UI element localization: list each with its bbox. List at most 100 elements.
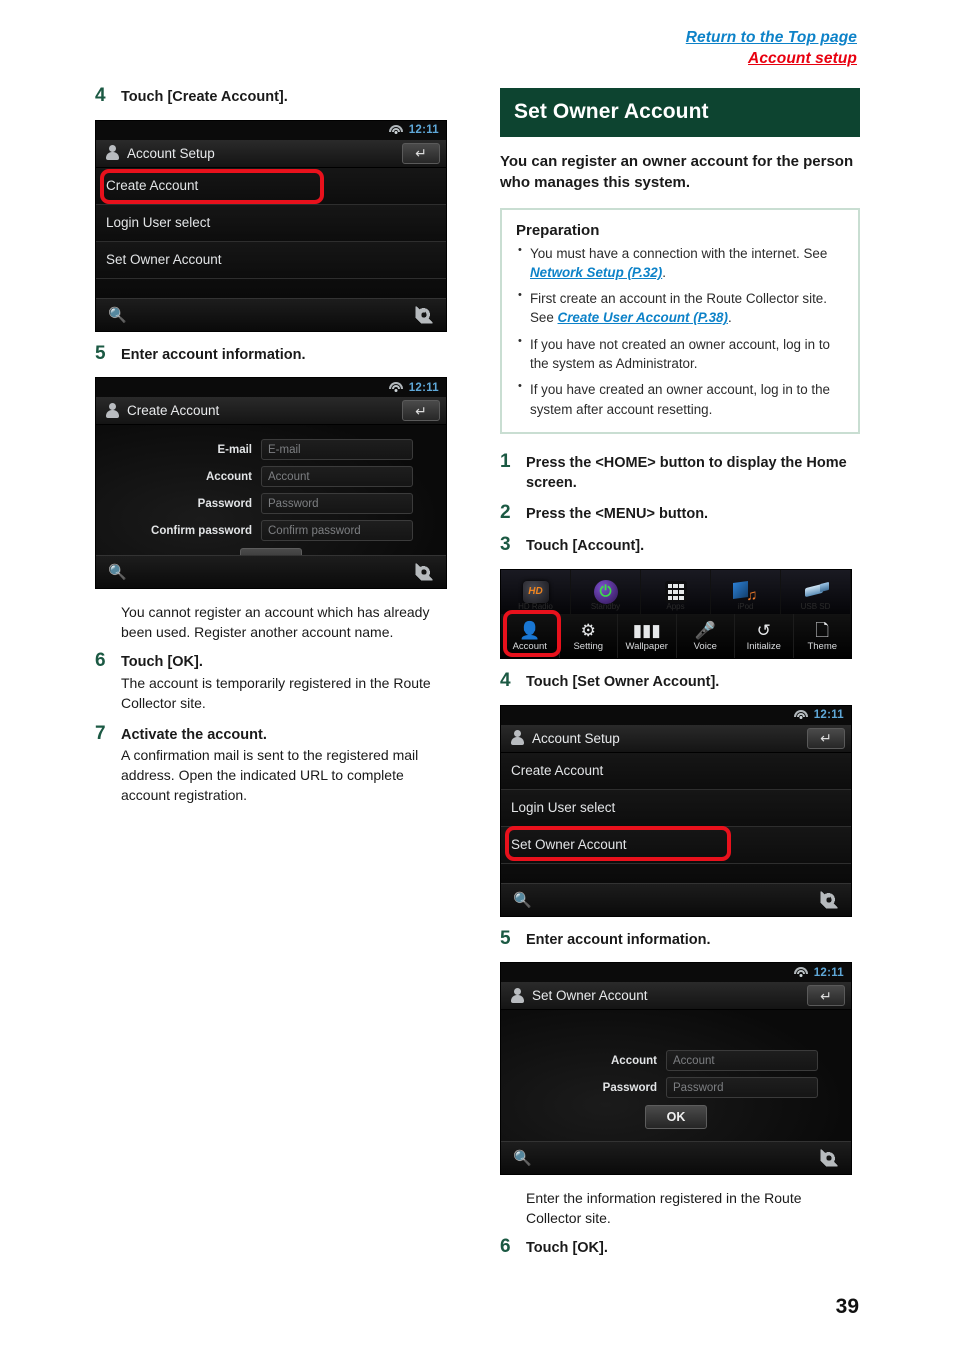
section-intro: You can register an owner account for th… [500, 153, 854, 192]
list-item[interactable]: Set Owner Account [96, 241, 446, 279]
prep-text-before: If you have not created an owner account… [530, 336, 830, 372]
back-icon[interactable]: ↵ [402, 142, 440, 164]
menu-item-label: Initialize [746, 640, 781, 652]
home-tile-label: Apps [666, 601, 685, 611]
field-label: Confirm password [151, 524, 252, 537]
prep-text-before: You must have a connection with the inte… [530, 245, 828, 261]
device-status-bar: 12:11 [501, 705, 851, 725]
gear-icon[interactable] [415, 306, 432, 324]
page-title: Set Owner Account [500, 88, 860, 137]
list-item: If you have created an owner account, lo… [516, 379, 844, 419]
list-item[interactable]: Create Account [96, 167, 446, 205]
right-column: Set Owner Account You can register an ow… [500, 88, 860, 1271]
device-screenshot-home-menu: HD HD Radio ⏻ Standby Apps ♫ iPod USB SD [500, 568, 852, 659]
undo-arrow-icon: ↺ [756, 620, 771, 640]
list-item[interactable]: Login User select [501, 789, 851, 827]
home-tile-standby[interactable]: ⏻ Standby [571, 569, 641, 614]
form-row-account: Account Account [96, 466, 446, 488]
gear-icon[interactable] [415, 563, 432, 581]
right-step-1: 1 Press the <HOME> button to display the… [500, 451, 860, 493]
step-number: 2 [500, 502, 511, 524]
step-title: Enter account information. [526, 931, 711, 948]
menu-item-label: Setting [573, 640, 604, 652]
step-body: A confirmation mail is sent to the regis… [121, 747, 419, 804]
folder-search-icon[interactable]: 🔍 [513, 1149, 532, 1167]
preparation-title: Preparation [516, 221, 600, 239]
password-field[interactable]: Password [666, 1077, 818, 1099]
device-screenshot-account-setup-1: 12:11 Account Setup ↵ Create Account Log… [95, 119, 447, 332]
form-row-password: Password Password [501, 1077, 851, 1099]
home-tile-ipod[interactable]: ♫ iPod [711, 569, 781, 614]
device-title-bar: Create Account ↵ [96, 397, 446, 426]
create-user-account-link[interactable]: Create User Account (P.38) [558, 310, 728, 325]
gear-icon[interactable] [820, 1149, 837, 1167]
device-title: Set Owner Account [532, 988, 648, 1004]
person-icon [105, 145, 120, 161]
right-step-6: 6 Touch [OK]. [500, 1236, 860, 1259]
menu-item-account[interactable]: 👤 Account [501, 613, 560, 658]
folder-search-icon[interactable]: 🔍 [513, 891, 532, 909]
step-title: Press the <MENU> button. [526, 506, 709, 523]
device-status-bar: 12:11 [96, 120, 446, 140]
top-links: Return to the Top page Account setup [686, 28, 857, 70]
device-list: Create Account Login User select Set Own… [501, 752, 851, 901]
person-icon [510, 987, 525, 1004]
wifi-icon [793, 709, 808, 721]
person-icon [105, 402, 120, 419]
menu-item-setting[interactable]: ⚙ Setting [560, 613, 618, 658]
return-to-top-link[interactable]: Return to the Top page [686, 28, 857, 49]
step-number: 6 [95, 650, 106, 672]
preparation-list: You must have a connection with the inte… [516, 243, 844, 419]
device-clock: 12:11 [813, 709, 844, 722]
folder-search-icon[interactable]: 🔍 [108, 306, 127, 324]
field-label: Account [611, 1054, 657, 1067]
left-step-7: 7 Activate the account. A confirmation m… [95, 723, 455, 806]
left-step-5-note: You cannot register an account which has… [121, 604, 430, 641]
menu-item-theme[interactable]: 🗋 Theme [794, 614, 852, 658]
form-row-password: Password Password [96, 493, 446, 515]
list-item[interactable]: Set Owner Account [501, 826, 851, 864]
account-field[interactable]: Account [666, 1050, 818, 1072]
right-step-5: 5 Enter account information. [500, 927, 860, 951]
step-number: 5 [95, 342, 106, 364]
device-title: Create Account [127, 403, 220, 419]
left-step-6: 6 Touch [OK]. The account is temporarily… [95, 650, 455, 713]
left-step-4: 4 Touch [Create Account]. [95, 85, 455, 108]
gear-icon[interactable] [820, 891, 837, 909]
home-tile-usb-sd[interactable]: USB SD [781, 569, 851, 614]
menu-item-label: Wallpaper [625, 640, 668, 652]
device-title-bar: Account Setup ↵ [501, 724, 851, 753]
step-title: Touch [Account]. [526, 538, 645, 555]
network-setup-link[interactable]: Network Setup (P.32) [530, 265, 662, 280]
password-field[interactable]: Password [261, 493, 413, 515]
list-item[interactable]: Create Account [501, 752, 851, 790]
left-column: 4 Touch [Create Account]. 12:11 Account … [95, 85, 455, 818]
back-icon[interactable]: ↵ [807, 727, 845, 749]
device-list: Create Account Login User select Set Own… [96, 167, 446, 316]
device-title: Account Setup [127, 145, 215, 161]
step-number: 4 [500, 669, 511, 691]
gear-icon: ⚙ [580, 620, 596, 640]
account-field[interactable]: Account [261, 466, 413, 488]
wifi-icon [793, 967, 808, 978]
ok-button[interactable]: OK [645, 1105, 707, 1130]
confirm-password-field[interactable]: Confirm password [261, 520, 413, 542]
home-tile-hd-radio[interactable]: HD HD Radio [501, 569, 571, 614]
step-number: 5 [500, 927, 511, 949]
home-tile-apps[interactable]: Apps [641, 569, 711, 614]
menu-item-wallpaper[interactable]: ▮▮▮ Wallpaper [618, 613, 677, 658]
email-field[interactable]: E-mail [261, 439, 413, 461]
menu-item-voice[interactable]: 🎤 Voice [677, 613, 735, 658]
back-icon[interactable]: ↵ [402, 400, 440, 422]
prep-text-before: If you have created an owner account, lo… [530, 382, 830, 417]
wifi-icon [388, 382, 403, 393]
form-row-email: E-mail E-mail [96, 439, 446, 461]
account-setup-link[interactable]: Account setup [686, 49, 857, 70]
folder-search-icon[interactable]: 🔍 [108, 563, 127, 581]
back-icon[interactable]: ↵ [807, 985, 845, 1007]
microphone-icon: 🎤 [694, 620, 716, 640]
list-item[interactable]: Login User select [96, 204, 446, 242]
device-screenshot-set-owner-account: 12:11 Set Owner Account ↵ Account Accoun… [500, 962, 852, 1176]
menu-item-initialize[interactable]: ↺ Initialize [735, 613, 794, 658]
left-step-5: 5 Enter account information. [95, 342, 455, 366]
